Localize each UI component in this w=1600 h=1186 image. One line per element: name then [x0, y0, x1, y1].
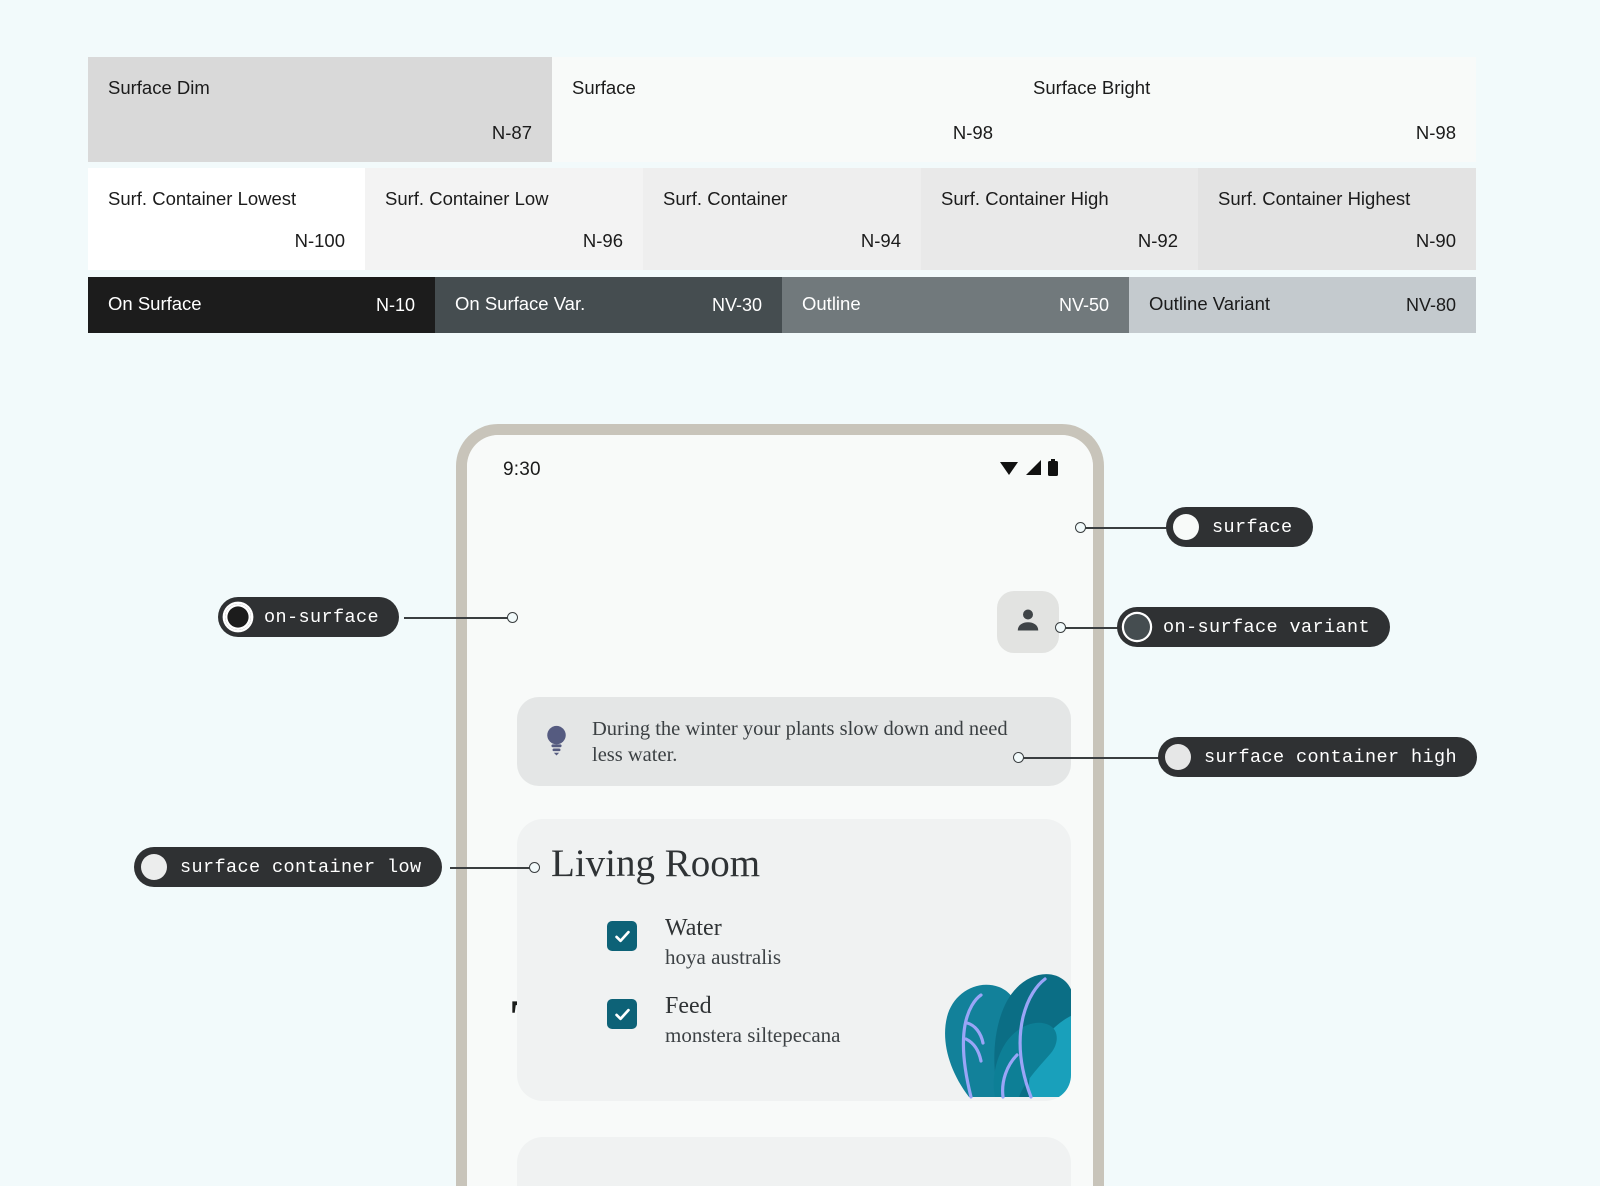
color-dot-icon: [1165, 744, 1191, 770]
swatch-label: On Surface: [108, 293, 202, 314]
annotation-label: surface container low: [180, 856, 422, 878]
swatch-label: Surf. Container: [663, 188, 788, 209]
swatch-tone-code: N-94: [860, 230, 901, 251]
swatch-surface: Surface N-98: [552, 57, 1013, 162]
task-labels: Water hoya australis: [665, 915, 781, 970]
swatch-row-surface-containers: Surf. Container Lowest N-100 Surf. Conta…: [88, 168, 1476, 270]
swatch-outline-variant: Outline Variant NV-80: [1129, 277, 1476, 333]
swatch-tone-code: N-98: [1415, 122, 1456, 143]
design-system-color-roles-figure: Surface Dim N-87 Surface N-98 Surface Br…: [0, 0, 1600, 1186]
status-bar-icons: [999, 458, 1059, 482]
room-card[interactable]: Living Room Water hoya australis Feed mo…: [517, 819, 1071, 1101]
task-row[interactable]: Feed monstera siltepecana: [607, 993, 841, 1048]
swatch-surface-container-high: Surf. Container High N-92: [921, 168, 1198, 270]
phone-mockup: 9:30 Today: [456, 424, 1104, 1186]
task-checkbox[interactable]: [607, 999, 637, 1029]
task-subtitle: monstera siltepecana: [665, 1023, 841, 1047]
battery-icon: [1047, 458, 1059, 482]
phone-screen: 9:30 Today: [467, 435, 1093, 1186]
swatch-tone-code: N-90: [1415, 230, 1456, 251]
swatch-surface-container: Surf. Container N-94: [643, 168, 921, 270]
swatch-label: Surf. Container Lowest: [108, 188, 297, 209]
swatch-row-surfaces: Surface Dim N-87 Surface N-98 Surface Br…: [88, 57, 1476, 162]
avatar[interactable]: [997, 591, 1059, 653]
annotation-label: on-surface variant: [1163, 616, 1371, 638]
swatch-tone-code: N-96: [582, 230, 623, 251]
room-card-title: Living Room: [551, 842, 761, 885]
color-dot-icon: [225, 604, 251, 630]
swatch-tone-code: NV-30: [711, 295, 762, 315]
swatch-tone-code: NV-80: [1405, 295, 1456, 315]
next-room-card[interactable]: [517, 1137, 1071, 1186]
annotation-pill-surface-container-high[interactable]: surface container high: [1158, 737, 1478, 777]
swatch-surface-container-low: Surf. Container Low N-96: [365, 168, 643, 270]
swatch-row-on-surface-outline: On Surface N-10 On Surface Var. NV-30 Ou…: [88, 277, 1476, 333]
swatch-on-surface: On Surface N-10: [88, 277, 435, 333]
swatch-tone-code: N-92: [1137, 230, 1178, 251]
cell-signal-icon: [1024, 459, 1042, 481]
swatch-tone-code: N-98: [952, 122, 993, 143]
swatch-label: Surface Dim: [108, 77, 210, 98]
status-bar: 9:30: [467, 457, 1093, 483]
status-bar-clock: 9:30: [503, 459, 541, 480]
swatch-surface-container-highest: Surf. Container Highest N-90: [1198, 168, 1476, 270]
person-icon: [1013, 605, 1043, 640]
color-dot-icon: [1124, 614, 1150, 640]
swatch-outline: Outline NV-50: [782, 277, 1129, 333]
swatch-tone-code: N-100: [294, 230, 345, 251]
task-title: Water: [665, 915, 722, 941]
swatch-tone-code: N-10: [375, 295, 415, 315]
annotation-label: surface: [1212, 516, 1293, 538]
task-row[interactable]: Water hoya australis: [607, 915, 781, 970]
task-title: Feed: [665, 993, 712, 1019]
swatch-label: Surf. Container High: [941, 188, 1109, 209]
wifi-icon: [999, 459, 1019, 481]
swatch-label: Surf. Container Highest: [1218, 188, 1411, 209]
task-checkbox[interactable]: [607, 921, 637, 951]
tip-card-text: During the winter your plants slow down …: [592, 717, 1008, 766]
swatch-label: Surf. Container Low: [385, 188, 549, 209]
color-dot-icon: [141, 854, 167, 880]
swatch-label: Surface Bright: [1033, 77, 1151, 98]
annotation-pill-surface-container-low[interactable]: surface container low: [134, 847, 442, 887]
swatch-surface-container-lowest: Surf. Container Lowest N-100: [88, 168, 365, 270]
task-labels: Feed monstera siltepecana: [665, 993, 841, 1048]
annotation-pill-surface[interactable]: surface: [1166, 507, 1313, 547]
swatch-tone-code: N-87: [491, 122, 532, 143]
annotation-pill-on-surface-variant[interactable]: on-surface variant: [1117, 607, 1391, 647]
color-dot-icon: [1173, 514, 1199, 540]
annotation-pill-on-surface[interactable]: on-surface: [218, 597, 400, 637]
annotation-label: surface container high: [1204, 746, 1458, 768]
swatch-tone-code: NV-50: [1058, 295, 1109, 315]
task-subtitle: hoya australis: [665, 945, 782, 969]
annotation-label: on-surface: [264, 606, 380, 628]
swatch-surface-dim: Surface Dim N-87: [88, 57, 552, 162]
surface-color-roles-table: Surface Dim N-87 Surface N-98 Surface Br…: [88, 57, 1476, 333]
swatch-surface-bright: Surface Bright N-98: [1013, 57, 1476, 162]
swatch-label: Surface: [572, 77, 636, 98]
lightbulb-icon: [543, 723, 570, 761]
plant-leaves-illustration: [903, 901, 1071, 1101]
tip-card[interactable]: During the winter your plants slow down …: [517, 697, 1071, 786]
swatch-on-surface-variant: On Surface Var. NV-30: [435, 277, 782, 333]
